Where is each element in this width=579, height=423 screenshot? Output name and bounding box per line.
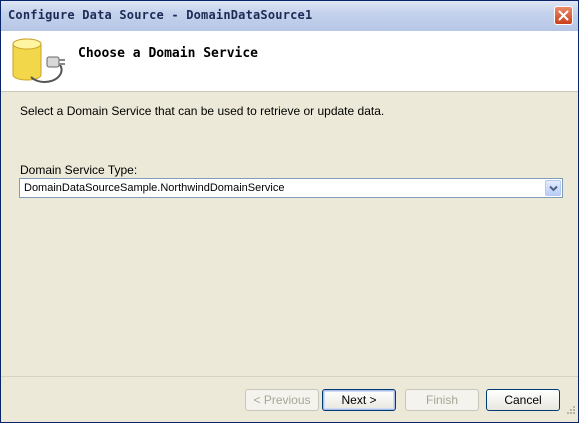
next-button[interactable]: Next > — [322, 389, 396, 411]
page-title: Choose a Domain Service — [78, 46, 259, 61]
window-title: Configure Data Source - DomainDataSource… — [8, 8, 313, 22]
domain-service-type-dropdown[interactable]: DomainDataSourceSample.NorthwindDomainSe… — [19, 178, 563, 198]
domain-service-type-label: Domain Service Type: — [20, 163, 138, 177]
description-text: Select a Domain Service that can be used… — [20, 104, 385, 118]
title-bar[interactable]: Configure Data Source - DomainDataSource… — [1, 1, 578, 31]
dropdown-arrow-button[interactable] — [545, 180, 561, 196]
close-icon — [558, 10, 569, 21]
configure-data-source-dialog: Configure Data Source - DomainDataSource… — [0, 0, 579, 423]
close-button[interactable] — [554, 6, 573, 25]
chevron-down-icon — [548, 185, 558, 191]
footer-divider — [1, 376, 578, 377]
dropdown-selected-value: DomainDataSourceSample.NorthwindDomainSe… — [24, 182, 285, 194]
previous-button[interactable]: < Previous — [245, 389, 319, 411]
database-plug-icon — [9, 37, 69, 92]
finish-button[interactable]: Finish — [405, 389, 479, 411]
cancel-button[interactable]: Cancel — [486, 389, 560, 411]
resize-grip-icon[interactable] — [565, 402, 576, 420]
wizard-header: Choose a Domain Service — [1, 31, 578, 92]
